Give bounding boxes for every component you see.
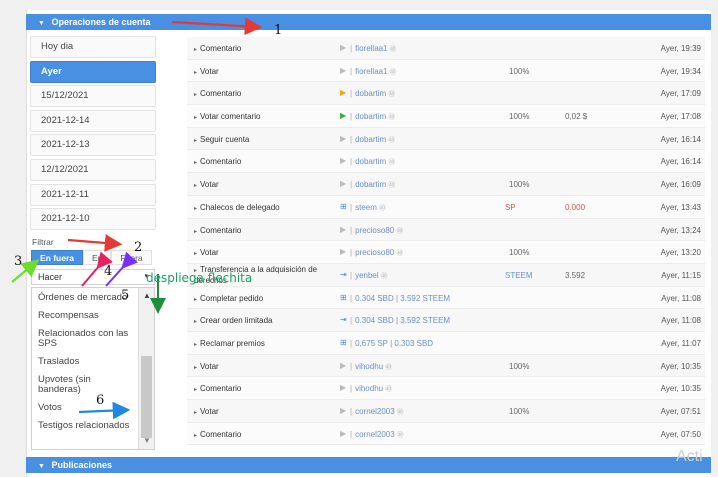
arrow-6	[78, 401, 131, 420]
arrow-filtrar	[67, 234, 123, 252]
annotation-number-2: 2	[134, 240, 143, 255]
arrow-4	[81, 251, 113, 287]
annotation-arrows	[11, 17, 263, 420]
annotation-number-6: 6	[96, 393, 105, 408]
annotation-number-5: 5	[121, 288, 130, 303]
annotation-number-1: 1	[274, 23, 283, 38]
annotation-number-3: 3	[14, 254, 23, 269]
annotation-note: despliega flechita	[146, 271, 253, 285]
annotation-number-4: 4	[104, 264, 113, 279]
arrow-1	[171, 17, 263, 36]
